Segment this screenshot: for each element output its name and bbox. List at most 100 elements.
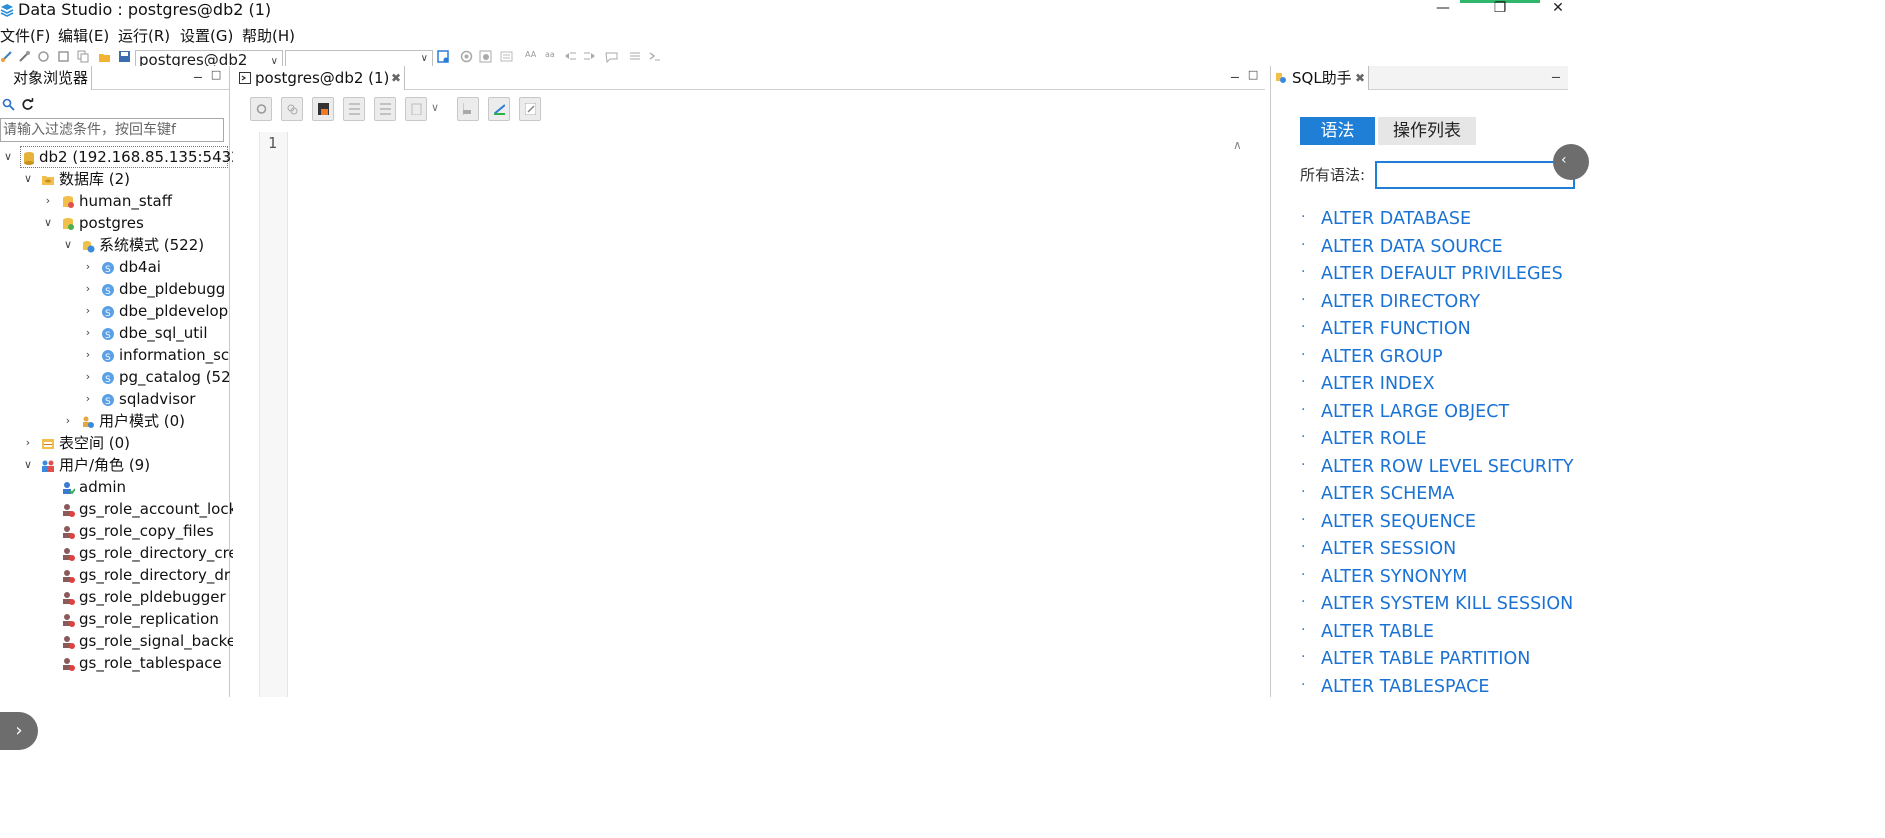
syntax-item-link[interactable]: ALTER TABLE (1321, 619, 1434, 645)
panel-minimize-maximize-buttons[interactable]: ⚊□ (193, 68, 229, 81)
syntax-item-link[interactable]: ALTER DATA SOURCE (1321, 234, 1503, 260)
search-icon[interactable] (2, 98, 15, 111)
explain-icon[interactable] (479, 50, 492, 63)
refresh-icon[interactable] (21, 98, 34, 111)
execute-icon[interactable] (460, 50, 473, 63)
database-select[interactable]: ∨ (285, 50, 433, 67)
menu-help[interactable]: 帮助(H) (242, 26, 295, 46)
tree-node-label: gs_role_directory_cre (79, 544, 238, 562)
minimize-button[interactable]: — (1428, 0, 1458, 20)
syntax-item-link[interactable]: ALTER SEQUENCE (1321, 509, 1476, 535)
tree-node-label: human_staff (79, 192, 173, 210)
syntax-item-link[interactable]: ALTER INDEX (1321, 371, 1435, 397)
syntax-item-link[interactable]: ALTER GROUP (1321, 344, 1443, 370)
bullet-icon: · (1301, 539, 1306, 555)
panel-minimize-button[interactable]: ⚊ (1551, 68, 1569, 81)
menu-run[interactable]: 运行(R) (118, 26, 170, 46)
connect-icon[interactable] (0, 50, 13, 63)
refresh-connection-icon[interactable] (37, 50, 50, 63)
show-list-icon[interactable] (628, 50, 641, 63)
syntax-item-link[interactable]: ALTER SCHEMA (1321, 481, 1454, 507)
restore-button[interactable]: ❐ (1485, 0, 1515, 20)
chevron-down-icon[interactable]: ∨ (23, 168, 33, 190)
new-editor-icon[interactable] (437, 50, 450, 63)
chevron-right-icon[interactable]: › (43, 190, 53, 212)
align-left-icon (463, 103, 471, 115)
menu-file[interactable]: 文件(F) (0, 26, 50, 46)
commit-button[interactable] (343, 97, 365, 121)
sql-editor-area[interactable]: 1 (259, 132, 1227, 697)
syntax-item-link[interactable]: ALTER DIRECTORY (1321, 289, 1480, 315)
chevron-down-icon[interactable]: ∨ (431, 101, 439, 114)
tab-object-browser[interactable]: 对象浏览器 (0, 66, 92, 90)
execute-button[interactable] (250, 97, 272, 121)
stop-icon[interactable] (57, 50, 70, 63)
syntax-item-link[interactable]: ALTER TABLESPACE (1321, 674, 1489, 700)
tree-node-label: pg_catalog (52 (119, 368, 231, 386)
tab-sql-editor[interactable]: postgres@db2 (1) ✖ (233, 66, 405, 90)
copy-icon[interactable] (77, 50, 90, 63)
syntax-item-link[interactable]: ALTER FUNCTION (1321, 316, 1471, 342)
chevron-right-icon[interactable]: › (63, 410, 73, 432)
align-middle-icon (380, 103, 391, 115)
syntax-item-link[interactable]: ALTER DEFAULT PRIVILEGES (1321, 261, 1563, 287)
syntax-item-link[interactable]: ALTER ROLE (1321, 426, 1427, 452)
segment-operation-list[interactable]: 操作列表 (1378, 117, 1476, 145)
chevron-right-icon[interactable]: › (83, 388, 93, 410)
disconnect-icon[interactable] (18, 50, 31, 63)
chevron-down-icon[interactable]: ∨ (63, 234, 73, 256)
schema-icon: S (102, 394, 114, 407)
syntax-item-link[interactable]: ALTER ROW LEVEL SECURITY (1321, 454, 1574, 480)
close-tab-icon[interactable]: ✖ (391, 66, 401, 90)
chevron-right-icon[interactable]: › (83, 322, 93, 344)
close-tab-icon[interactable]: ✖ (1355, 66, 1365, 90)
chevron-right-icon[interactable]: › (83, 278, 93, 300)
bullet-icon: · (1301, 649, 1306, 665)
syntax-item-link[interactable]: ALTER SYSTEM KILL SESSION (1321, 591, 1573, 617)
syntax-item-link[interactable]: ALTER LARGE OBJECT (1321, 399, 1509, 425)
save-icon[interactable] (118, 50, 131, 63)
filter-input[interactable]: 请输入过滤条件，按回车键f (0, 118, 224, 142)
scroll-up-icon[interactable]: ∧ (1233, 138, 1242, 152)
format-icon[interactable] (500, 50, 513, 63)
tree-node-label: 系统模式 (522) (99, 236, 205, 254)
rollback-button[interactable] (374, 97, 396, 121)
chevron-right-icon[interactable]: › (83, 366, 93, 388)
tab-sql-assistant[interactable]: SQL助手 ✖ (1271, 66, 1369, 90)
syntax-item-link[interactable]: ALTER SYNONYM (1321, 564, 1467, 590)
visual-explain-button[interactable] (488, 97, 510, 121)
syntax-item-link[interactable]: ALTER SESSION (1321, 536, 1456, 562)
menu-settings[interactable]: 设置(G) (180, 26, 233, 46)
chevron-right-icon[interactable]: › (83, 344, 93, 366)
outdent-icon[interactable] (583, 50, 596, 63)
lowercase-icon[interactable]: aa (545, 50, 561, 63)
menu-edit[interactable]: 编辑(E) (58, 26, 109, 46)
stop-execution-button[interactable] (312, 97, 334, 121)
chevron-down-icon[interactable]: ∨ (23, 454, 33, 476)
open-folder-icon[interactable] (98, 50, 111, 63)
segment-syntax[interactable]: 语法 (1300, 117, 1375, 145)
edit-button[interactable] (519, 97, 541, 121)
panel-resize-handle[interactable]: ‹ (1553, 144, 1589, 180)
tree-node-label: sqladvisor (119, 390, 196, 408)
expand-sidebar-button[interactable]: › (0, 712, 38, 750)
chevron-down-icon[interactable]: ∨ (3, 146, 13, 168)
chevron-right-icon[interactable]: › (23, 432, 33, 454)
comment-icon[interactable] (605, 50, 618, 63)
admin-user-icon (63, 482, 75, 495)
paste-button[interactable] (405, 97, 427, 121)
execute-step-button[interactable] (281, 97, 303, 121)
chevron-down-icon[interactable]: ∨ (43, 212, 53, 234)
chevron-right-icon[interactable]: › (83, 256, 93, 278)
align-left-button[interactable] (457, 97, 479, 121)
syntax-item-link[interactable]: ALTER DATABASE (1321, 206, 1471, 232)
syntax-item-link[interactable]: ALTER TABLE PARTITION (1321, 646, 1530, 672)
chevron-right-icon[interactable]: › (83, 300, 93, 322)
panel-minimize-maximize-buttons[interactable]: ⚊□ (1230, 68, 1266, 81)
syntax-search-input[interactable] (1375, 161, 1575, 189)
terminal-icon[interactable] (648, 50, 661, 63)
close-window-button[interactable]: ✕ (1543, 0, 1573, 20)
indent-icon[interactable] (564, 50, 577, 63)
users-group-icon (42, 460, 54, 472)
uppercase-icon[interactable]: AA (525, 50, 541, 63)
